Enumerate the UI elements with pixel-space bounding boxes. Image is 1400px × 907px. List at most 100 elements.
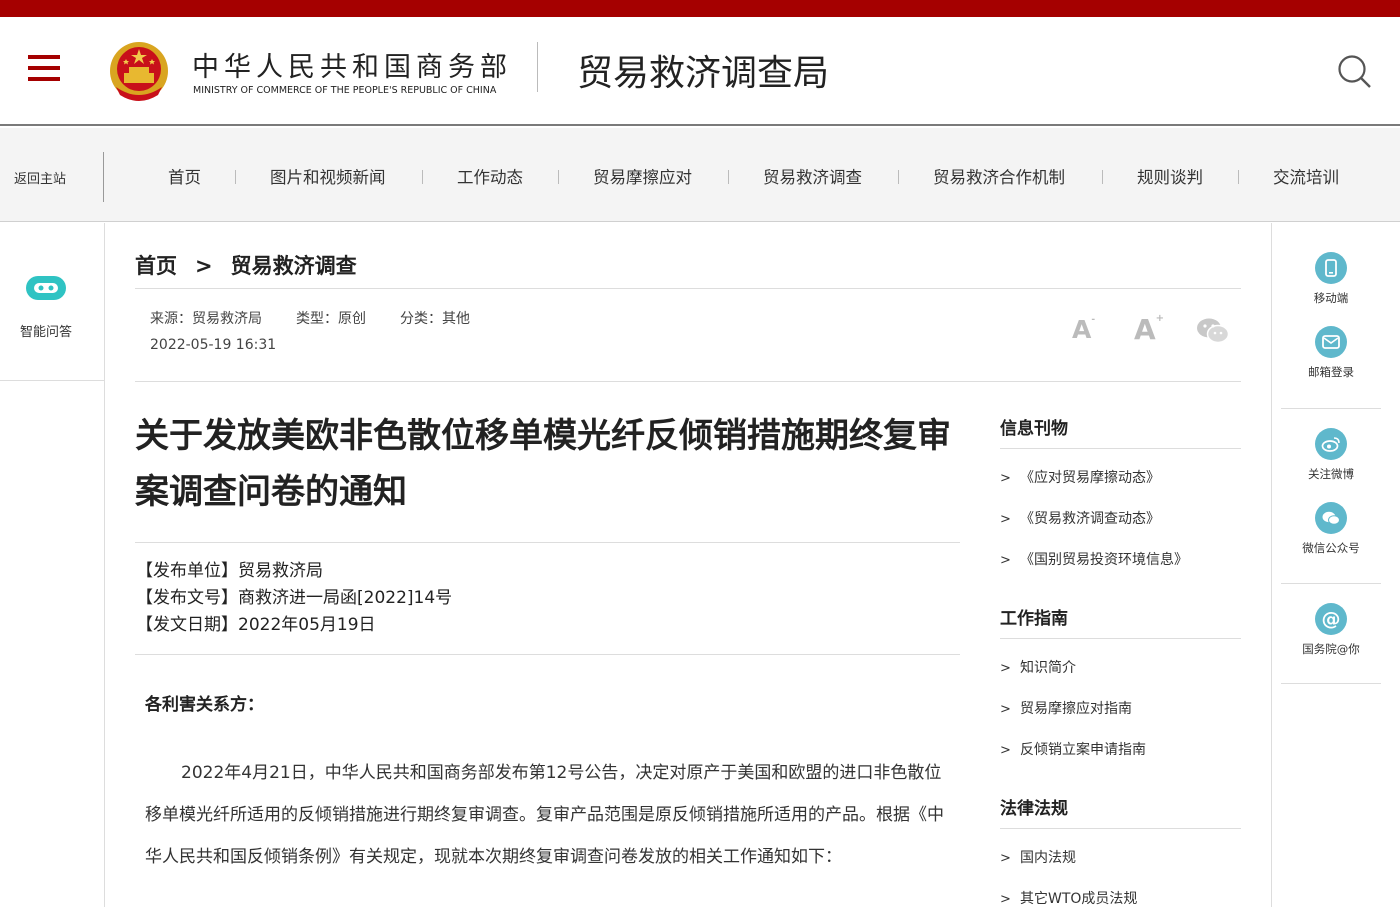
- nav-separator: [422, 170, 423, 184]
- ministry-name-en: MINISTRY OF COMMERCE OF THE PEOPLE'S REP…: [193, 85, 497, 96]
- sidebar-heading-divider: [1000, 448, 1241, 449]
- sidebar-link[interactable]: > 《贸易救济调查动态》: [1000, 508, 1160, 528]
- chatbot-icon[interactable]: [24, 273, 68, 303]
- sidebar-link[interactable]: > 反倾销立案申请指南: [1000, 739, 1146, 759]
- article-meta: 来源：贸易救济局 类型：原创 分类：其他: [150, 308, 504, 328]
- sidebar-link-label: 其它WTO成员法规: [1020, 891, 1138, 907]
- wechat-share-icon[interactable]: [1196, 317, 1230, 345]
- info-date: 【发文日期】2022年05月19日: [136, 615, 376, 635]
- nav-separator: [558, 170, 559, 184]
- meta-source: 来源：贸易救济局: [150, 311, 262, 327]
- nav-items: 首页 图片和视频新闻 工作动态 贸易摩擦应对 贸易救济调查 贸易救济合作机制 规…: [135, 164, 1375, 188]
- article-paragraph: 2022年4月21日，中华人民共和国商务部发布第12号公告，决定对原产于美国和欧…: [145, 763, 944, 867]
- nav-item-cooperation[interactable]: 贸易救济合作机制: [933, 164, 1065, 188]
- national-emblem-icon[interactable]: [108, 39, 170, 105]
- sidebar-link-label: 《贸易救济调查动态》: [1020, 511, 1160, 527]
- bureau-title[interactable]: 贸易救济调查局: [577, 44, 829, 96]
- sidebar-heading-laws: 法律法规: [1000, 799, 1068, 819]
- info-issuer: 【发布单位】贸易救济局: [136, 561, 323, 581]
- chevron-right-icon: >: [1000, 553, 1011, 568]
- mobile-label: 移动端: [1313, 291, 1349, 305]
- main-nav: 返回主站 首页 图片和视频新闻 工作动态 贸易摩擦应对 贸易救济调查 贸易救济合…: [0, 128, 1400, 222]
- info-doc-no: 【发布文号】商救济进一局函[2022]14号: [136, 588, 453, 608]
- sidebar-link[interactable]: > 国内法规: [1000, 847, 1076, 867]
- nav-item-photo-video[interactable]: 图片和视频新闻: [270, 164, 386, 188]
- font-increase-icon[interactable]: A+: [1134, 313, 1164, 346]
- chevron-right-icon: >: [1000, 471, 1011, 486]
- nav-separator: [1238, 170, 1239, 184]
- sidebar-link-label: 贸易摩擦应对指南: [1020, 701, 1132, 717]
- chevron-right-icon: >: [1000, 892, 1011, 907]
- state-council-label: 国务院@你: [1302, 642, 1360, 656]
- weibo-link[interactable]: 关注微博: [1281, 428, 1381, 482]
- article-title: 关于发放美欧非色散位移单模光纤反倾销措施期终复审案调查问卷的通知: [135, 416, 951, 512]
- ministry-name-cn: 中华人民共和国商务部: [192, 52, 512, 83]
- nav-separator: [728, 170, 729, 184]
- mail-icon: [1315, 326, 1347, 358]
- nav-separator: [898, 170, 899, 184]
- sidebar-link-label: 《国别贸易投资环境信息》: [1020, 552, 1188, 568]
- chevron-right-icon: >: [1000, 743, 1011, 758]
- search-icon[interactable]: [1336, 53, 1372, 89]
- breadcrumb-divider: [135, 288, 1241, 289]
- nav-item-trade-remedy[interactable]: 贸易救济调查: [763, 164, 862, 188]
- right-separator: [1281, 408, 1381, 409]
- font-decrease-icon[interactable]: A-: [1072, 315, 1095, 344]
- sidebar-link[interactable]: > 《国别贸易投资环境信息》: [1000, 549, 1188, 569]
- chevron-right-icon: >: [1000, 851, 1011, 866]
- nav-item-home[interactable]: 首页: [168, 164, 201, 188]
- nav-separator: [235, 170, 236, 184]
- meta-category: 分类：其他: [400, 311, 470, 327]
- right-separator: [1281, 583, 1381, 584]
- at-icon: @: [1315, 603, 1347, 635]
- sidebar-heading-divider: [1000, 828, 1241, 829]
- top-red-bar: [0, 0, 1400, 17]
- sidebar-link[interactable]: > 贸易摩擦应对指南: [1000, 698, 1132, 718]
- sidebar-link[interactable]: > 其它WTO成员法规: [1000, 888, 1137, 907]
- wechat-label: 微信公众号: [1302, 541, 1360, 555]
- meta-type: 类型：原创: [296, 311, 366, 327]
- header-divider: [537, 42, 538, 92]
- sidebar-link-label: 《应对贸易摩擦动态》: [1020, 470, 1160, 486]
- weibo-label: 关注微博: [1308, 467, 1354, 481]
- mobile-icon: [1315, 252, 1347, 284]
- nav-item-training[interactable]: 交流培训: [1273, 164, 1339, 188]
- meta-divider: [135, 381, 1241, 382]
- breadcrumb-separator: >: [195, 254, 213, 278]
- nav-separator: [1102, 170, 1103, 184]
- sidebar-link[interactable]: > 《应对贸易摩擦动态》: [1000, 467, 1160, 487]
- nav-item-work-news[interactable]: 工作动态: [457, 164, 523, 188]
- left-divider: [104, 381, 105, 907]
- breadcrumb-home[interactable]: 首页: [135, 254, 177, 278]
- nav-item-trade-friction[interactable]: 贸易摩擦应对: [593, 164, 692, 188]
- nav-item-rules[interactable]: 规则谈判: [1137, 164, 1203, 188]
- sidebar-link-label: 反倾销立案申请指南: [1020, 742, 1146, 758]
- sidebar-link[interactable]: > 知识简介: [1000, 657, 1076, 677]
- weibo-icon: [1315, 428, 1347, 460]
- info-divider-top: [135, 542, 960, 543]
- sidebar-heading-divider: [1000, 638, 1241, 639]
- article-greeting: 各利害关系方：: [145, 695, 264, 715]
- menu-icon[interactable]: [28, 55, 60, 81]
- sidebar-link-label: 知识简介: [1020, 660, 1076, 676]
- chevron-right-icon: >: [1000, 661, 1011, 676]
- nav-divider: [103, 152, 104, 202]
- mail-login-link[interactable]: 邮箱登录: [1281, 326, 1381, 380]
- state-council-link[interactable]: @ 国务院@你: [1281, 603, 1381, 657]
- right-separator: [1281, 683, 1381, 684]
- chevron-right-icon: >: [1000, 512, 1011, 527]
- breadcrumb-current[interactable]: 贸易救济调查: [231, 254, 357, 278]
- meta-date: 2022-05-19 16:31: [150, 337, 277, 353]
- left-panel: 智能问答: [0, 223, 105, 381]
- chatbot-label[interactable]: 智能问答: [0, 321, 92, 340]
- mobile-link[interactable]: 移动端: [1281, 252, 1381, 306]
- sidebar-heading-guides: 工作指南: [1000, 609, 1068, 629]
- chevron-right-icon: >: [1000, 702, 1011, 717]
- wechat-link[interactable]: 微信公众号: [1281, 502, 1381, 556]
- site-header: 中华人民共和国商务部 MINISTRY OF COMMERCE OF THE P…: [0, 17, 1400, 126]
- mail-login-label: 邮箱登录: [1308, 365, 1354, 379]
- back-to-main-link[interactable]: 返回主站: [14, 168, 66, 187]
- info-divider-bottom: [135, 654, 960, 655]
- article-info: 【发布单位】贸易救济局 【发布文号】商救济进一局函[2022]14号 【发文日期…: [136, 558, 452, 639]
- sidebar-heading-publications: 信息刊物: [1000, 419, 1068, 439]
